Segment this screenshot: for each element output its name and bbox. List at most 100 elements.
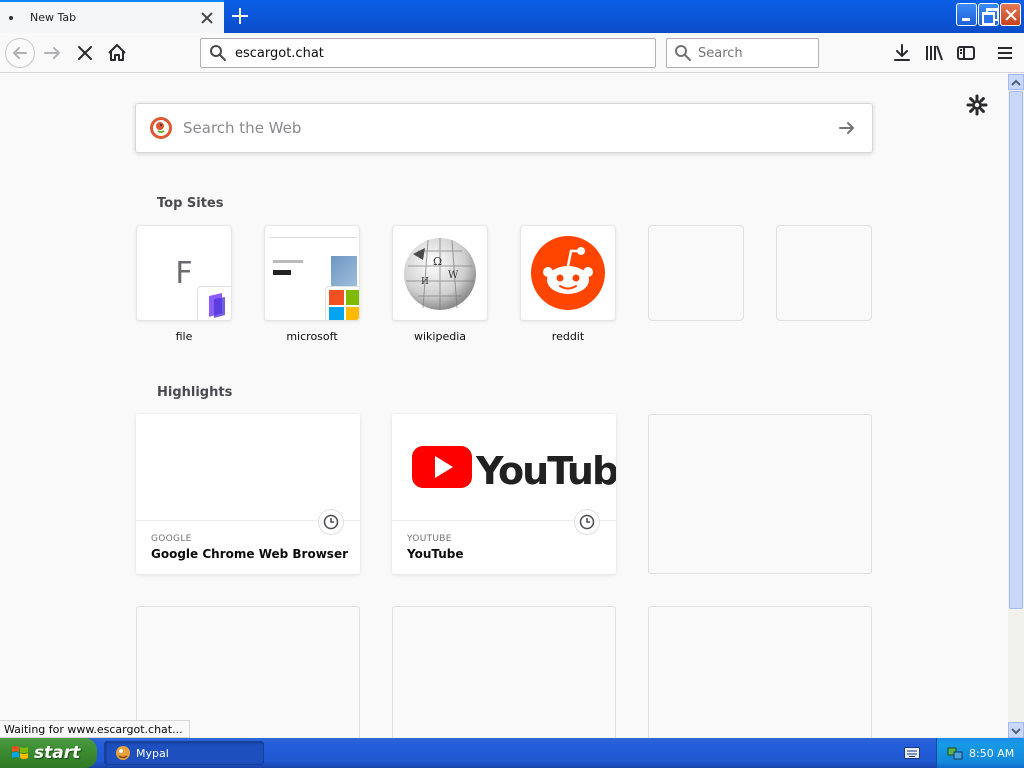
file-favicon-icon <box>209 293 225 318</box>
new-tab-page: Search the Web Top Sites F file microsof… <box>0 74 1008 738</box>
highlight-placeholder <box>648 414 872 574</box>
taskbar-item-label: Mypal <box>136 746 169 760</box>
top-site-tile[interactable] <box>264 225 360 321</box>
highlight-placeholder <box>136 606 360 738</box>
highlight-thumbnail <box>136 414 360 521</box>
thumb-line <box>273 260 303 263</box>
thumb-button <box>273 270 291 275</box>
chevron-down-icon <box>1011 728 1021 735</box>
youtube-wordmark: YouTube <box>475 449 616 493</box>
highlight-placeholder <box>392 606 616 738</box>
url-text: escargot.chat <box>235 45 324 61</box>
chevron-up-icon <box>1011 79 1021 86</box>
menu-button[interactable] <box>993 41 1017 65</box>
top-site-empty[interactable] <box>776 225 872 321</box>
downloads-button[interactable] <box>890 41 914 65</box>
system-tray: 8:50 AM <box>936 738 1024 768</box>
wikipedia-globe-icon: Ω W И <box>404 238 476 310</box>
reddit-logo-icon <box>531 236 605 310</box>
highlight-source: GOOGLE <box>151 534 192 544</box>
top-site-file[interactable]: F file <box>136 225 232 343</box>
start-button[interactable]: start <box>0 738 97 768</box>
library-button[interactable] <box>922 41 946 65</box>
scroll-up-button[interactable] <box>1008 74 1024 90</box>
site-label: microsoft <box>286 330 338 343</box>
tab-title: New Tab <box>30 11 77 24</box>
microsoft-logo-icon <box>329 290 359 320</box>
clock-icon <box>319 510 343 534</box>
search-placeholder: Search <box>698 45 743 61</box>
scroll-thumb[interactable] <box>1009 91 1023 609</box>
home-button[interactable] <box>105 41 129 65</box>
back-button[interactable] <box>5 38 35 68</box>
keyboard-icon[interactable] <box>904 747 920 759</box>
new-tab-button[interactable] <box>229 5 251 27</box>
download-icon <box>894 44 910 61</box>
network-icon[interactable] <box>947 745 963 761</box>
top-sites-heading: Top Sites <box>157 196 224 211</box>
site-badge <box>325 286 359 320</box>
tab-new-tab[interactable]: New Tab <box>0 0 224 33</box>
tab-close-icon[interactable] <box>199 10 215 26</box>
taskbar: start Mypal 8:50 AM <box>0 738 1024 768</box>
library-icon <box>926 45 943 61</box>
gear-icon <box>966 94 988 116</box>
nav-toolbar: escargot.chat Search <box>0 33 1024 73</box>
highlight-placeholder <box>648 606 872 738</box>
scroll-down-button[interactable] <box>1008 722 1024 738</box>
duckduckgo-icon <box>150 117 172 139</box>
highlight-thumbnail: YouTube <box>392 414 616 521</box>
tab-strip: New Tab <box>0 0 1024 33</box>
stop-icon <box>78 46 92 60</box>
sidebar-button[interactable] <box>954 41 978 65</box>
svg-text:W: W <box>448 270 459 281</box>
top-site-tile-empty[interactable] <box>776 225 872 321</box>
minimize-button[interactable] <box>956 3 977 26</box>
top-site-tile[interactable] <box>520 225 616 321</box>
taskbar-item-mypal[interactable]: Mypal <box>104 741 264 765</box>
highlight-card-youtube[interactable]: YouTube YOUTUBE YouTube <box>392 414 616 574</box>
highlight-title: YouTube <box>407 547 464 561</box>
highlight-card-google[interactable]: GOOGLE Google Chrome Web Browser <box>136 414 360 574</box>
site-label: wikipedia <box>413 330 466 343</box>
arrow-right-icon[interactable] <box>837 118 857 138</box>
highlights-heading: Highlights <box>157 385 233 400</box>
start-label: start <box>34 743 81 763</box>
restore-button[interactable] <box>978 3 999 26</box>
highlight-source: YOUTUBE <box>407 534 452 544</box>
site-badge <box>197 286 231 320</box>
forward-arrow-icon <box>44 47 61 59</box>
top-site-empty[interactable] <box>648 225 744 321</box>
menu-icon <box>998 47 1012 59</box>
site-label: file <box>175 330 193 343</box>
web-search-box[interactable]: Search the Web <box>135 103 873 153</box>
search-icon <box>675 45 691 61</box>
url-bar[interactable]: escargot.chat <box>200 38 656 68</box>
top-site-wikipedia[interactable]: Ω W И wikipedia <box>392 225 488 343</box>
top-site-microsoft[interactable]: microsoft <box>264 225 360 343</box>
clock-time[interactable]: 8:50 AM <box>969 747 1014 760</box>
vertical-scrollbar[interactable] <box>1008 74 1024 738</box>
top-site-tile[interactable]: Ω W И <box>392 225 488 321</box>
search-icon <box>210 45 226 61</box>
loading-dot-icon <box>9 15 13 20</box>
home-icon <box>108 44 126 61</box>
stop-button[interactable] <box>73 41 97 65</box>
top-site-reddit[interactable]: reddit <box>520 225 616 343</box>
search-bar[interactable]: Search <box>666 38 819 68</box>
back-arrow-icon <box>12 47 27 59</box>
sidebar-icon <box>957 46 975 60</box>
settings-button[interactable] <box>966 94 988 116</box>
web-search-placeholder: Search the Web <box>183 119 302 137</box>
forward-button[interactable] <box>41 41 65 65</box>
top-site-tile-empty[interactable] <box>648 225 744 321</box>
svg-text:Ω: Ω <box>433 255 442 268</box>
highlight-title: Google Chrome Web Browser <box>151 547 348 561</box>
clock-icon <box>575 510 599 534</box>
top-site-tile[interactable]: F <box>136 225 232 321</box>
windows-flag-icon <box>12 746 28 759</box>
close-window-button[interactable] <box>1000 3 1021 26</box>
site-label: reddit <box>551 330 585 343</box>
status-text: Waiting for www.escargot.chat... <box>0 720 190 738</box>
thumb-header <box>269 230 357 238</box>
